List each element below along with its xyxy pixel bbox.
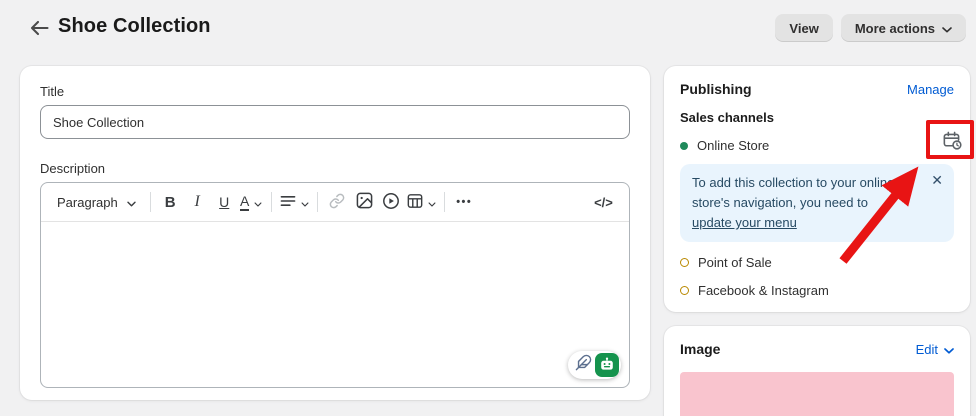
image-title: Image [680, 341, 721, 357]
toolbar-divider [149, 192, 151, 212]
align-left-icon [280, 194, 296, 211]
code-icon: </> [594, 194, 613, 210]
channel-row-point-of-sale: Point of Sale [680, 255, 954, 270]
collection-detail-page: Shoe Collection View More actions Title … [0, 0, 976, 416]
writing-assistant-widget[interactable] [568, 351, 621, 379]
collection-image-preview[interactable] [680, 372, 954, 416]
description-editor: Paragraph B I U A ••• </> [40, 182, 630, 388]
text-color-button[interactable]: A [238, 188, 265, 216]
toolbar-divider [270, 192, 272, 212]
banner-text-line: store's navigation, you need to [692, 195, 868, 210]
image-card: Image Edit [664, 326, 970, 416]
banner-text-line: To add this collection to your online [692, 175, 895, 190]
header-actions: View More actions [775, 14, 966, 42]
title-label: Title [40, 84, 65, 99]
chevron-down-icon [428, 195, 436, 210]
channel-row-facebook-instagram: Facebook & Instagram [680, 283, 954, 298]
chevron-down-icon [127, 195, 136, 210]
show-html-button[interactable]: </> [590, 188, 617, 216]
publishing-card: Publishing Manage Sales channels Online … [664, 66, 970, 312]
video-icon [382, 192, 400, 213]
table-icon [407, 193, 423, 212]
alignment-dropdown[interactable] [278, 188, 311, 216]
close-icon: ✕ [931, 172, 943, 188]
toolbar-divider [443, 192, 445, 212]
channel-row-online-store: Online Store [680, 138, 954, 153]
chevron-down-icon [254, 195, 262, 210]
edit-image-dropdown[interactable]: Edit [916, 342, 954, 357]
banner-close-button[interactable]: ✕ [929, 171, 945, 189]
calendar-clock-icon [941, 129, 963, 154]
image-icon [356, 192, 373, 212]
bold-button[interactable]: B [157, 188, 184, 216]
inactive-status-ring [680, 286, 689, 295]
chevron-down-icon [942, 21, 952, 36]
schedule-availability-button[interactable] [940, 129, 964, 153]
navigation-info-banner: To add this collection to your online st… [680, 164, 954, 242]
update-your-menu-link[interactable]: update your menu [692, 215, 797, 230]
insert-table-dropdown[interactable] [405, 188, 438, 216]
chevron-down-icon [301, 195, 309, 210]
robot-icon [595, 353, 619, 377]
insert-video-button[interactable] [378, 188, 405, 216]
description-label: Description [40, 161, 106, 176]
more-formatting-button[interactable]: ••• [451, 188, 478, 216]
active-status-dot [680, 141, 688, 150]
insert-image-button[interactable] [351, 188, 378, 216]
toolbar-divider [316, 192, 318, 212]
channel-name: Facebook & Instagram [698, 283, 829, 298]
view-button[interactable]: View [775, 14, 833, 42]
link-button[interactable] [324, 188, 351, 216]
page-title: Shoe Collection [58, 15, 211, 37]
more-actions-button[interactable]: More actions [840, 14, 966, 42]
manage-publishing-link[interactable]: Manage [907, 82, 954, 97]
italic-button[interactable]: I [184, 188, 211, 216]
arrow-left-icon [30, 20, 49, 39]
page-header: Shoe Collection View More actions [0, 0, 976, 56]
link-icon [329, 193, 345, 212]
underline-button[interactable]: U [211, 188, 238, 216]
back-button[interactable] [28, 18, 50, 40]
chevron-down-icon [944, 342, 954, 357]
title-input[interactable] [40, 105, 630, 139]
paragraph-style-dropdown[interactable]: Paragraph [49, 188, 144, 216]
inactive-status-ring [680, 258, 689, 267]
description-textarea[interactable] [41, 222, 629, 382]
editor-toolbar: Paragraph B I U A ••• </> [41, 183, 629, 222]
sales-channels-label: Sales channels [680, 110, 774, 125]
collection-details-card: Title Description Paragraph B I U A [20, 66, 650, 400]
channel-name: Online Store [697, 138, 770, 153]
channel-name: Point of Sale [698, 255, 772, 270]
quill-icon [575, 354, 592, 376]
publishing-title: Publishing [680, 81, 752, 97]
more-options-icon: ••• [456, 196, 473, 208]
